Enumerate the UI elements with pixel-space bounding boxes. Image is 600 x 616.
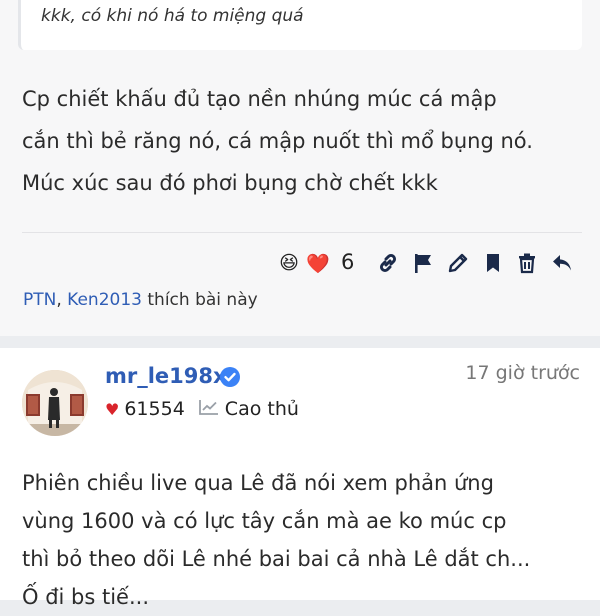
bookmark-icon[interactable] xyxy=(480,250,506,276)
avatar[interactable] xyxy=(22,370,88,436)
laugh-reaction-icon[interactable]: 😆 xyxy=(276,250,302,276)
heart-reaction-icon[interactable]: ❤️ xyxy=(305,250,331,276)
quote-block: kkk, có khi nó há to miệng quá xyxy=(18,0,582,50)
post-body-line: Cp chiết khấu đủ tạo nền nhúng múc cá mậ… xyxy=(22,87,497,111)
verified-badge-icon xyxy=(219,366,241,392)
post-body: Cp chiết khấu đủ tạo nền nhúng múc cá mậ… xyxy=(22,78,592,204)
points-value: 61554 xyxy=(124,398,185,420)
flag-icon[interactable] xyxy=(410,250,436,276)
liked-user-link[interactable]: Ken2013 xyxy=(67,290,142,310)
liked-by: PTN, Ken2013 thích bài này xyxy=(23,290,258,310)
reaction-count[interactable]: 6 xyxy=(341,250,354,274)
post-body-line: vùng 1600 và có lực tây cắn mà ae ko múc… xyxy=(22,509,507,533)
post-body-line: Ố đi bs tiế... xyxy=(22,585,150,609)
post-body-line: cắn thì bẻ răng nó, cá mập nuốt thì mổ b… xyxy=(22,129,533,153)
liked-user-link[interactable]: PTN xyxy=(23,290,56,310)
link-icon[interactable] xyxy=(375,250,401,276)
rank-label: Cao thủ xyxy=(224,398,299,420)
trash-icon[interactable] xyxy=(514,250,540,276)
post-body-line: thì bỏ theo dõi Lê nhé bai bai cả nhà Lê… xyxy=(22,547,531,571)
post-body-line: Múc xúc sau đó phơi bụng chờ chết kkk xyxy=(22,171,438,195)
reply-icon[interactable] xyxy=(549,250,575,276)
divider xyxy=(22,232,582,233)
post-body: Phiên chiều live qua Lê đã nói xem phản … xyxy=(22,464,597,616)
post-time[interactable]: 17 giờ trước xyxy=(465,362,580,384)
user-stats: ♥ 61554 Cao thủ xyxy=(105,398,299,420)
quote-text: kkk, có khi nó há to miệng quá xyxy=(41,6,304,26)
heart-icon: ♥ xyxy=(105,399,120,419)
username-link[interactable]: mr_le198x xyxy=(105,364,227,388)
post-card-2: mr_le198x 17 giờ trước ♥ 61554 Cao thủ P… xyxy=(0,348,600,609)
liked-suffix: thích bài này xyxy=(147,290,258,310)
pencil-icon[interactable] xyxy=(445,250,471,276)
post-body-line: Phiên chiều live qua Lê đã nói xem phản … xyxy=(22,471,494,495)
post-card-1: kkk, có khi nó há to miệng quá Cp chiết … xyxy=(0,0,600,336)
chart-icon xyxy=(198,398,219,420)
